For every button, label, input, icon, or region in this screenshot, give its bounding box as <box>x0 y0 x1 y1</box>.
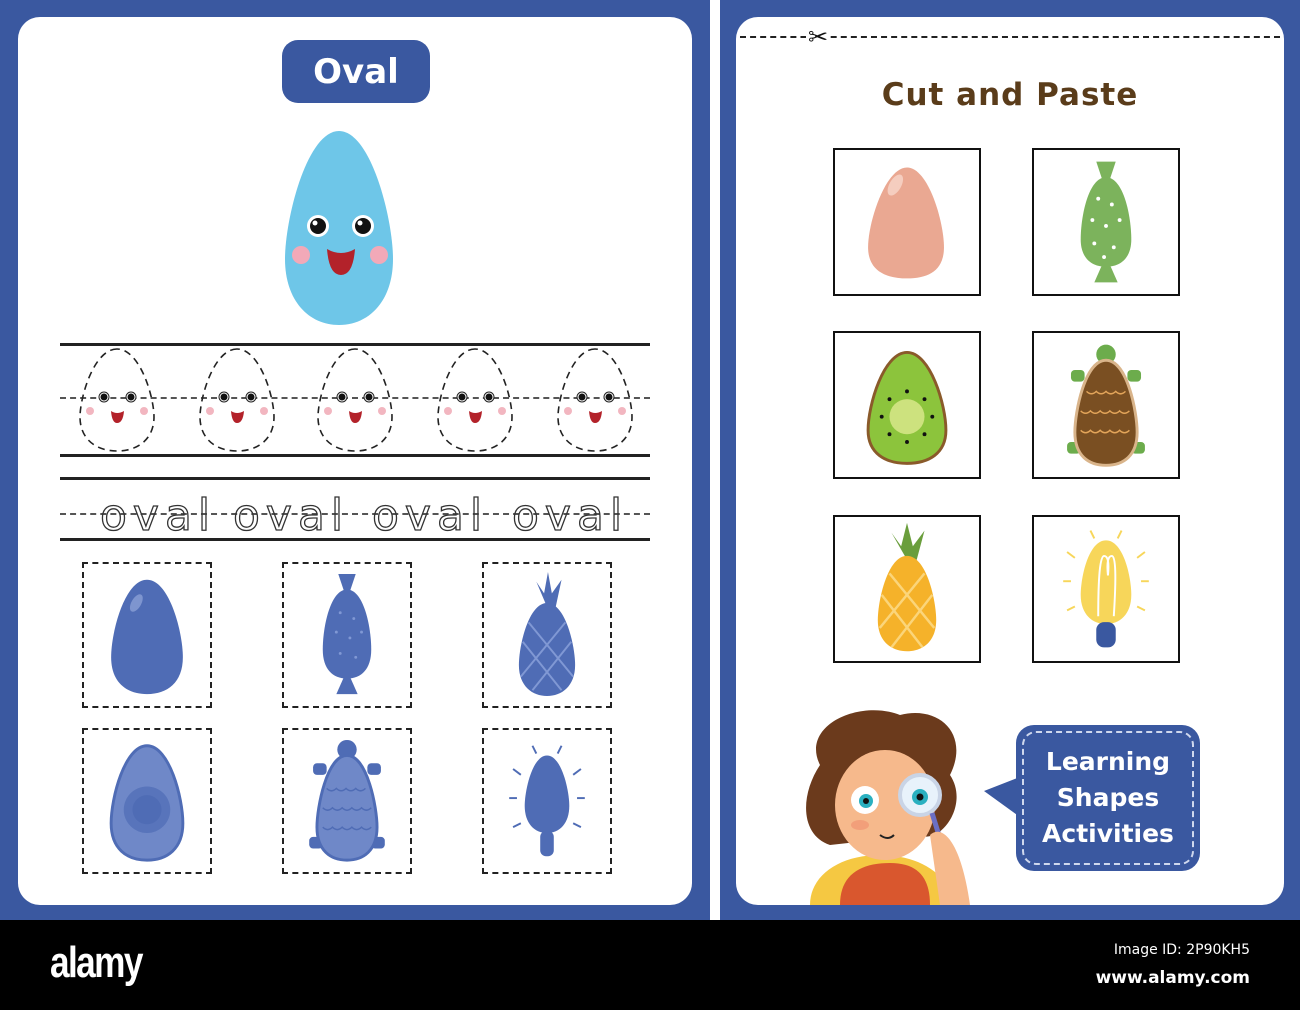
trace-word[interactable]: oval <box>232 493 349 538</box>
cut-and-paste-title: Cut and Paste <box>881 77 1139 113</box>
turtle-icon <box>1067 344 1145 467</box>
light-bulb-icon <box>1063 530 1149 648</box>
trace-egg[interactable] <box>314 347 396 453</box>
pineapple-icon <box>877 522 937 652</box>
silhouette-pineapple-slot[interactable] <box>482 562 612 708</box>
site-link[interactable]: www.alamy.com <box>1096 968 1250 988</box>
cutout-pineapple-card[interactable] <box>833 515 981 663</box>
cutout-turtle-card[interactable] <box>1032 331 1180 479</box>
cutout-kiwi-card[interactable] <box>833 331 981 479</box>
bubble-line: Activities <box>1042 819 1174 848</box>
brand-logo: alamy <box>50 938 143 987</box>
tracing-line-bottom <box>60 454 650 457</box>
trace-egg[interactable] <box>196 347 278 453</box>
right-worksheet: ✂ Cut and Paste Learning Shapes Activiti… <box>720 0 1300 920</box>
left-worksheet-card: Oval oval oval oval oval <box>18 17 692 905</box>
candy-silhouette-icon <box>322 573 372 695</box>
silhouette-turtle-slot[interactable] <box>282 728 412 874</box>
cutout-egg-card[interactable] <box>833 148 981 296</box>
kiwi-icon <box>866 350 948 465</box>
egg-silhouette-icon <box>111 579 183 695</box>
bubble-line: Shapes <box>1056 783 1160 812</box>
smiling-egg-illustration <box>285 131 393 325</box>
tracing-line-top <box>60 343 650 346</box>
light-bulb-silhouette-icon <box>509 745 585 857</box>
cutout-candy-card[interactable] <box>1032 148 1180 296</box>
shape-title: Oval <box>282 40 430 103</box>
kiwi-silhouette-icon <box>109 744 185 862</box>
silhouette-kiwi-slot[interactable] <box>82 728 212 874</box>
bubble-line: Learning <box>1045 747 1171 776</box>
scissors-icon: ✂ <box>806 23 831 51</box>
pineapple-silhouette-icon <box>518 572 576 697</box>
right-worksheet-card: ✂ Cut and Paste Learning Shapes Activiti… <box>736 17 1284 905</box>
footer-watermark-bar: alamy Image ID: 2P90KH5 www.alamy.com <box>0 920 1300 1010</box>
girl-with-magnifier-illustration <box>806 710 970 905</box>
trace-word[interactable]: oval <box>511 493 628 538</box>
trace-egg[interactable] <box>434 347 516 453</box>
silhouette-egg-slot[interactable] <box>82 562 212 708</box>
page-divider <box>710 0 720 920</box>
silhouette-candy-slot[interactable] <box>282 562 412 708</box>
trace-egg[interactable] <box>554 347 636 453</box>
turtle-silhouette-icon <box>309 739 385 862</box>
word-line-top <box>60 477 650 480</box>
trace-egg[interactable] <box>76 347 158 453</box>
left-worksheet: Oval oval oval oval oval <box>0 0 710 920</box>
trace-word[interactable]: oval <box>371 493 488 538</box>
image-id: Image ID: 2P90KH5 <box>1113 942 1250 958</box>
speech-bubble-tail <box>984 777 1020 817</box>
trace-word[interactable]: oval <box>99 493 216 538</box>
speech-bubble: Learning Shapes Activities <box>1016 725 1200 871</box>
candy-icon <box>1080 161 1132 283</box>
speech-bubble-text: Learning Shapes Activities <box>1022 731 1194 865</box>
egg-icon <box>868 167 944 279</box>
cutout-light-bulb-card[interactable] <box>1032 515 1180 663</box>
silhouette-light-bulb-slot[interactable] <box>482 728 612 874</box>
